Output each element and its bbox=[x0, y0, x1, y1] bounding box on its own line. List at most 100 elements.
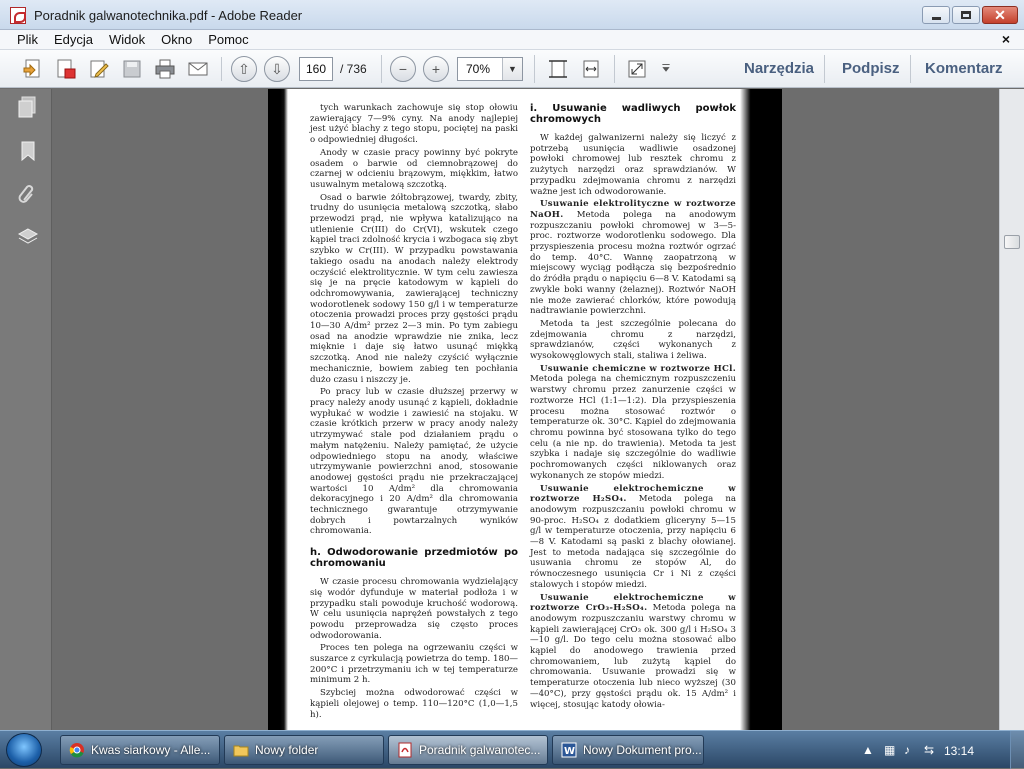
paragraph-lead: Usuwanie chemiczne w roztworze HCl. bbox=[540, 363, 736, 374]
menu-widok[interactable]: Widok bbox=[101, 32, 153, 47]
printer-icon bbox=[155, 59, 175, 79]
pdf-app-icon bbox=[10, 7, 26, 24]
layers-icon[interactable] bbox=[16, 225, 40, 249]
chevron-down-icon[interactable]: ▼ bbox=[502, 58, 522, 80]
email-button[interactable] bbox=[185, 56, 211, 82]
paragraph: Proces ten polega na ogrzewaniu części w… bbox=[310, 643, 518, 686]
save-button[interactable] bbox=[119, 56, 145, 82]
fit-page-icon bbox=[549, 60, 567, 78]
bookmarks-icon[interactable] bbox=[16, 139, 40, 163]
comment-link[interactable]: Komentarz bbox=[925, 60, 1003, 77]
edit-button[interactable] bbox=[86, 56, 112, 82]
menu-edycja[interactable]: Edycja bbox=[46, 32, 101, 47]
full-screen-button[interactable] bbox=[624, 56, 650, 82]
toolbar-options-button[interactable] bbox=[656, 56, 676, 82]
start-button[interactable] bbox=[6, 733, 42, 767]
paragraph: Usuwanie elektrolityczne w roztworze NaO… bbox=[530, 199, 736, 317]
create-pdf-button[interactable] bbox=[20, 56, 46, 82]
clock[interactable]: 13:14 bbox=[944, 744, 974, 758]
folder-icon bbox=[233, 745, 249, 757]
system-tray: ▲ ▦ ♪ ⇆ 13:14 bbox=[854, 731, 1024, 769]
menu-bar: Plik Edycja Widok Okno Pomoc × bbox=[0, 30, 1024, 50]
document-view[interactable]: tych warunkach zachowuje się stop ołowiu… bbox=[53, 89, 999, 730]
toolbar-separator bbox=[910, 55, 911, 83]
paragraph: Usuwanie elektrochemiczne w roztworze H₂… bbox=[530, 484, 736, 591]
taskbar-item-word[interactable]: W Nowy Dokument pro... bbox=[552, 735, 704, 765]
taskbar-item-label: Nowy Dokument pro... bbox=[583, 743, 702, 757]
zoom-select[interactable]: 70% ▼ bbox=[457, 57, 523, 81]
vertical-scrollbar[interactable] bbox=[999, 89, 1024, 730]
menu-pomoc[interactable]: Pomoc bbox=[200, 32, 256, 47]
chrome-icon bbox=[69, 743, 84, 758]
show-hidden-icons-icon[interactable]: ▲ bbox=[862, 743, 876, 757]
full-screen-icon bbox=[628, 60, 646, 78]
paragraph: W czasie procesu chromowania wydzielając… bbox=[310, 577, 518, 641]
taskbar-item-chrome[interactable]: Kwas siarkowy - Alle... bbox=[60, 735, 220, 765]
paragraph: Usuwanie chemiczne w roztworze HCl. Meto… bbox=[530, 364, 736, 482]
scan-border-right bbox=[740, 89, 782, 730]
taskbar-item-label: Poradnik galwanotec... bbox=[419, 743, 541, 757]
word-icon: W bbox=[561, 742, 577, 758]
svg-text:W: W bbox=[564, 746, 575, 757]
text-column-left: tych warunkach zachowuje się stop ołowiu… bbox=[310, 103, 518, 722]
maximize-button[interactable] bbox=[952, 6, 980, 24]
minimize-icon bbox=[931, 16, 941, 20]
plus-icon: + bbox=[431, 61, 441, 77]
zoom-in-button[interactable]: + bbox=[423, 56, 449, 82]
export-pdf-icon bbox=[57, 59, 76, 79]
paragraph-text: Metoda polega na chemicznym rozpuszczeni… bbox=[530, 374, 736, 481]
volume-icon[interactable]: ♪ bbox=[904, 743, 918, 757]
paragraph: Metoda ta jest szczególnie polecana do z… bbox=[530, 318, 736, 362]
minus-icon: − bbox=[398, 61, 408, 77]
paragraph: tych warunkach zachowuje się stop ołowiu… bbox=[310, 103, 518, 146]
menu-okno[interactable]: Okno bbox=[153, 32, 200, 47]
paragraph: Usuwanie elektrochemiczne w roztworze Cr… bbox=[530, 593, 736, 711]
page-thumbnails-icon[interactable] bbox=[16, 95, 40, 119]
sign-link[interactable]: Podpisz bbox=[842, 60, 900, 77]
taskbar-item-label: Kwas siarkowy - Alle... bbox=[91, 743, 211, 757]
fit-width-button[interactable] bbox=[578, 56, 604, 82]
text-column-right: i. Usuwanie wadliwych powłok chromowych W… bbox=[530, 103, 736, 712]
sync-icon[interactable]: ⇆ bbox=[924, 743, 938, 757]
close-icon: ✕ bbox=[994, 7, 1006, 23]
fit-width-icon bbox=[583, 60, 599, 78]
close-button[interactable]: ✕ bbox=[982, 6, 1018, 24]
arrow-down-icon: ⇩ bbox=[271, 60, 283, 77]
paragraph: Osad o barwie żółtobrązowej, twardy, zbi… bbox=[310, 192, 518, 385]
paragraph: Szybciej można odwodorować części w kąpi… bbox=[310, 688, 518, 720]
menu-plik[interactable]: Plik bbox=[0, 32, 46, 47]
create-pdf-icon bbox=[23, 59, 40, 78]
toolbar-separator bbox=[381, 55, 382, 83]
close-document-icon[interactable]: × bbox=[1002, 31, 1010, 47]
export-pdf-button[interactable] bbox=[53, 56, 79, 82]
envelope-icon bbox=[188, 62, 208, 76]
fit-page-button[interactable] bbox=[545, 56, 571, 82]
attachments-icon[interactable] bbox=[16, 182, 40, 206]
page-total-label: / 736 bbox=[340, 62, 367, 76]
scrollbar-thumb[interactable] bbox=[1004, 235, 1020, 249]
next-page-button[interactable]: ⇩ bbox=[264, 56, 290, 82]
minimize-button[interactable] bbox=[922, 6, 950, 24]
zoom-value: 70% bbox=[466, 62, 491, 76]
print-button[interactable] bbox=[152, 56, 178, 82]
page-number-input[interactable]: 160 bbox=[299, 57, 333, 81]
window-title: Poradnik galwanotechnika.pdf - Adobe Rea… bbox=[34, 8, 303, 23]
toolbar-separator bbox=[534, 55, 535, 83]
zoom-out-button[interactable]: − bbox=[390, 56, 416, 82]
pdf-icon bbox=[398, 742, 412, 758]
taskbar-item-reader[interactable]: Poradnik galwanotec... bbox=[388, 735, 548, 765]
network-icon[interactable]: ▦ bbox=[884, 743, 898, 757]
paragraph: W każdej galwanizerni należy się liczyć … bbox=[530, 133, 736, 197]
chevron-down-icon bbox=[662, 64, 670, 72]
show-desktop-button[interactable] bbox=[1010, 731, 1024, 769]
maximize-icon bbox=[961, 11, 971, 19]
taskbar-item-folder[interactable]: Nowy folder bbox=[224, 735, 384, 765]
title-bar: Poradnik galwanotechnika.pdf - Adobe Rea… bbox=[0, 0, 1024, 30]
taskbar-item-label: Nowy folder bbox=[255, 743, 319, 757]
save-disk-icon bbox=[123, 60, 141, 78]
navigation-pane bbox=[0, 89, 52, 730]
scan-border-left bbox=[268, 89, 288, 730]
tools-link[interactable]: Narzędzia bbox=[744, 60, 814, 77]
toolbar-separator bbox=[824, 55, 825, 83]
previous-page-button[interactable]: ⇧ bbox=[231, 56, 257, 82]
